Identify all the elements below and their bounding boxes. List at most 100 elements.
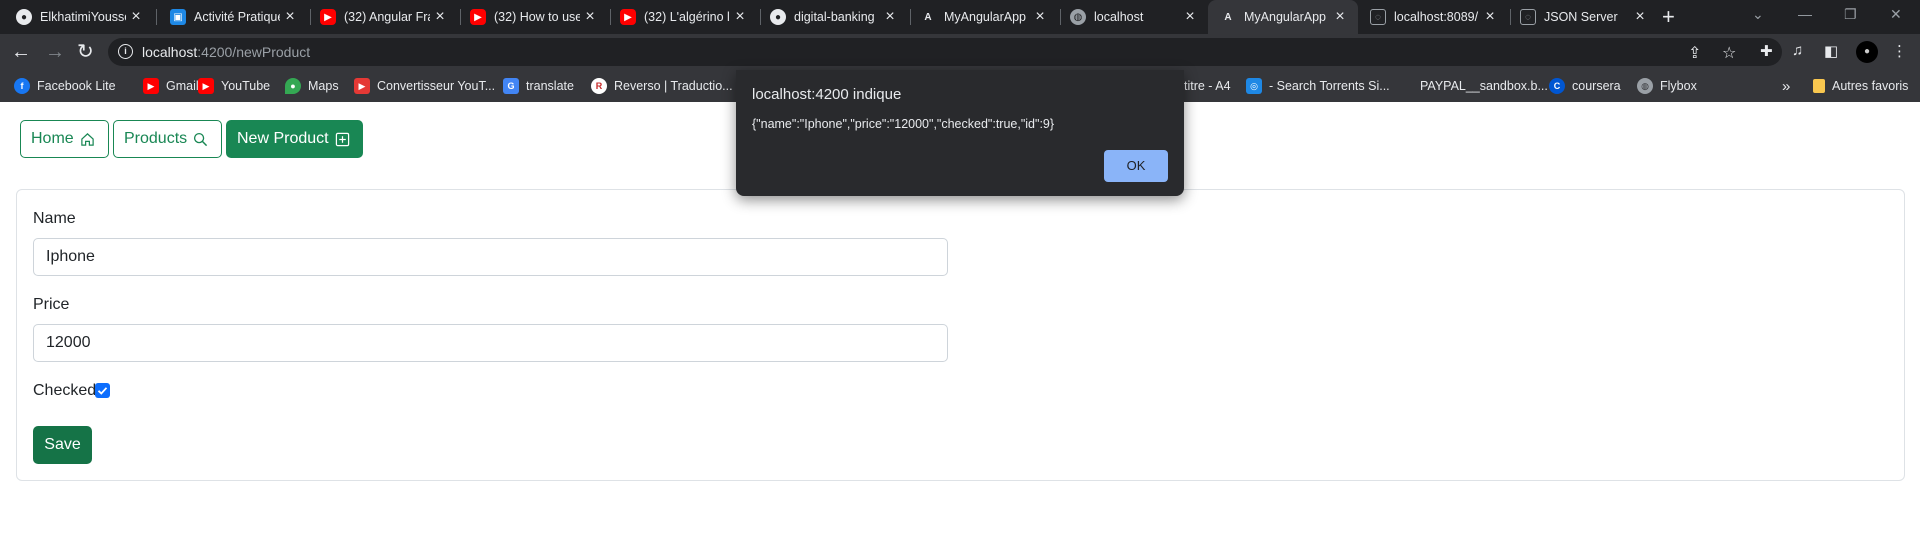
tab-localhost[interactable]: ◍ localhost × (1058, 0, 1208, 34)
home-button[interactable]: Home (20, 120, 109, 158)
alert-dialog: localhost:4200 indique {"name":"Iphone",… (736, 70, 1184, 196)
tab-title: localhost:8089/ (1394, 10, 1479, 24)
url-text[interactable]: localhost:4200/newProduct (142, 44, 310, 60)
bookmark-facebook-lite[interactable]: f Facebook Lite (14, 70, 116, 102)
products-button[interactable]: Products (113, 120, 222, 158)
tab-youtube-angular[interactable]: ▶ (32) Angular Fra × (308, 0, 458, 34)
bookmark-gmail[interactable]: ▶ Gmail (143, 70, 199, 102)
more-bookmarks-button[interactable]: » (1782, 70, 1790, 102)
bookmark-label: translate (526, 79, 574, 93)
more-bookmarks-label: » (1782, 77, 1791, 95)
close-icon[interactable]: × (730, 8, 750, 26)
ok-button[interactable]: OK (1104, 150, 1168, 182)
tab-digital-banking[interactable]: ● digital-banking × (758, 0, 908, 34)
profile-avatar[interactable]: ● (1856, 41, 1878, 63)
github-icon: ● (770, 9, 786, 25)
bookmark-coursera[interactable]: Ccoursera (1549, 70, 1621, 102)
restore-icon[interactable]: ❐ (1844, 0, 1857, 30)
close-icon[interactable]: × (280, 8, 300, 26)
search-icon: ◎ (1246, 78, 1262, 94)
bookmark-label: Convertisseur YouT... (377, 79, 496, 93)
youtube-icon: ▶ (320, 9, 336, 25)
dialog-message: {"name":"Iphone","price":"12000","checke… (752, 117, 1055, 131)
bookmark-label: PAYPAL__sandbox.b... (1420, 79, 1548, 93)
tab-search-chevron-icon[interactable]: ⌄ (1752, 0, 1764, 30)
address-bar[interactable]: i localhost:4200/newProduct ⇪ ☆ (108, 38, 1782, 66)
close-icon[interactable]: × (1630, 8, 1650, 26)
tab-title: (32) How to use (494, 10, 580, 24)
bookmark-label: titre - A4 (1184, 79, 1231, 93)
other-bookmarks-folder[interactable]: Autres favoris (1813, 70, 1908, 102)
price-label: Price (33, 296, 70, 313)
bookmark-label: - Search Torrents Si... (1269, 79, 1390, 93)
tab-title: (32) L'algérino li (644, 10, 730, 24)
new-product-label: New Product (237, 130, 329, 147)
forward-icon[interactable]: → (45, 34, 65, 70)
name-label: Name (33, 210, 76, 227)
bookmark-reverso[interactable]: R Reverso | Traductio... (591, 70, 733, 102)
bookmark-convertisseur[interactable]: ▶ Convertisseur YouT... (354, 70, 495, 102)
price-input[interactable]: 12000 (33, 324, 948, 362)
close-icon[interactable]: × (1330, 8, 1350, 26)
checked-label: Checked (33, 382, 97, 399)
github-icon: ● (16, 9, 32, 25)
close-icon[interactable]: × (880, 8, 900, 26)
close-icon[interactable]: × (1480, 8, 1500, 26)
tab-title: digital-banking (794, 10, 875, 24)
side-panel-icon[interactable]: ◧ (1824, 42, 1838, 60)
bookmark-star-icon[interactable]: ☆ (1722, 43, 1736, 63)
youtube-icon: ▶ (620, 9, 636, 25)
extensions-icon[interactable]: ✚ (1760, 42, 1773, 60)
save-button[interactable]: Save (33, 426, 92, 464)
back-icon[interactable]: ← (11, 34, 31, 70)
minimize-icon[interactable]: — (1798, 0, 1812, 30)
tab-title: (32) Angular Fra (344, 10, 430, 24)
tab-myangularapp-active[interactable]: A MyAngularApp × (1208, 0, 1358, 34)
tab-github-profile[interactable]: ● ElkhatimiYoussef × (4, 0, 154, 34)
share-icon[interactable]: ⇪ (1688, 43, 1701, 63)
tab-title: MyAngularApp (944, 10, 1026, 24)
bookmark-titre-a4[interactable]: titre - A4 (1184, 70, 1231, 102)
bookmark-label: Facebook Lite (37, 79, 116, 93)
bookmark-flybox[interactable]: ◍ Flybox (1637, 70, 1697, 102)
tab-classroom[interactable]: ▣ Activité Pratique × (158, 0, 308, 34)
youtube-icon: ▶ (143, 78, 159, 94)
browser-toolbar: ← → ↻ i localhost:4200/newProduct ⇪ ☆ ✚ … (0, 34, 1920, 70)
bookmark-maps[interactable]: ● Maps (285, 70, 339, 102)
name-input[interactable]: Iphone (33, 238, 948, 276)
tab-title: Activité Pratique (194, 10, 280, 24)
site-info-icon[interactable]: i (118, 44, 133, 59)
checked-checkbox[interactable] (95, 383, 110, 398)
coursera-icon: C (1549, 78, 1565, 94)
menu-icon[interactable]: ⋮ (1892, 42, 1907, 60)
media-control-icon[interactable]: ♫ (1792, 42, 1803, 59)
new-tab-button[interactable]: + (1662, 0, 1675, 34)
bookmark-label: coursera (1572, 79, 1621, 93)
dialog-title: localhost:4200 indique (752, 86, 902, 103)
maps-icon: ● (285, 78, 301, 94)
tab-youtube-howto[interactable]: ▶ (32) How to use × (458, 0, 608, 34)
bookmark-paypal-sandbox[interactable]: PAYPAL__sandbox.b... (1420, 70, 1548, 102)
tab-youtube-algerino[interactable]: ▶ (32) L'algérino li × (608, 0, 758, 34)
close-icon[interactable]: × (126, 8, 146, 26)
bookmark-search-torrents[interactable]: ◎ - Search Torrents Si... (1246, 70, 1390, 102)
close-icon[interactable]: × (580, 8, 600, 26)
tab-myangularapp-1[interactable]: A MyAngularApp × (908, 0, 1058, 34)
page-icon: ◌ (1370, 9, 1386, 25)
new-product-button[interactable]: New Product (226, 120, 363, 158)
tab-title: localhost (1094, 10, 1144, 24)
tab-strip: ● ElkhatimiYoussef × ▣ Activité Pratique… (0, 0, 1920, 34)
bookmark-youtube[interactable]: ▶ YouTube (198, 70, 270, 102)
close-icon[interactable]: × (1180, 8, 1200, 26)
url-path: :4200/newProduct (197, 44, 311, 60)
tab-localhost-8089[interactable]: ◌ localhost:8089/ × (1358, 0, 1508, 34)
bookmark-translate[interactable]: Gtranslate (503, 70, 574, 102)
tab-json-server[interactable]: ◌ JSON Server × (1508, 0, 1658, 34)
youtube-icon: ▶ (470, 9, 486, 25)
reload-icon[interactable]: ↻ (77, 34, 94, 70)
close-icon[interactable]: × (430, 8, 450, 26)
close-window-icon[interactable]: ✕ (1890, 0, 1902, 30)
youtube-icon: ▶ (198, 78, 214, 94)
folder-icon (1813, 79, 1825, 93)
close-icon[interactable]: × (1030, 8, 1050, 26)
